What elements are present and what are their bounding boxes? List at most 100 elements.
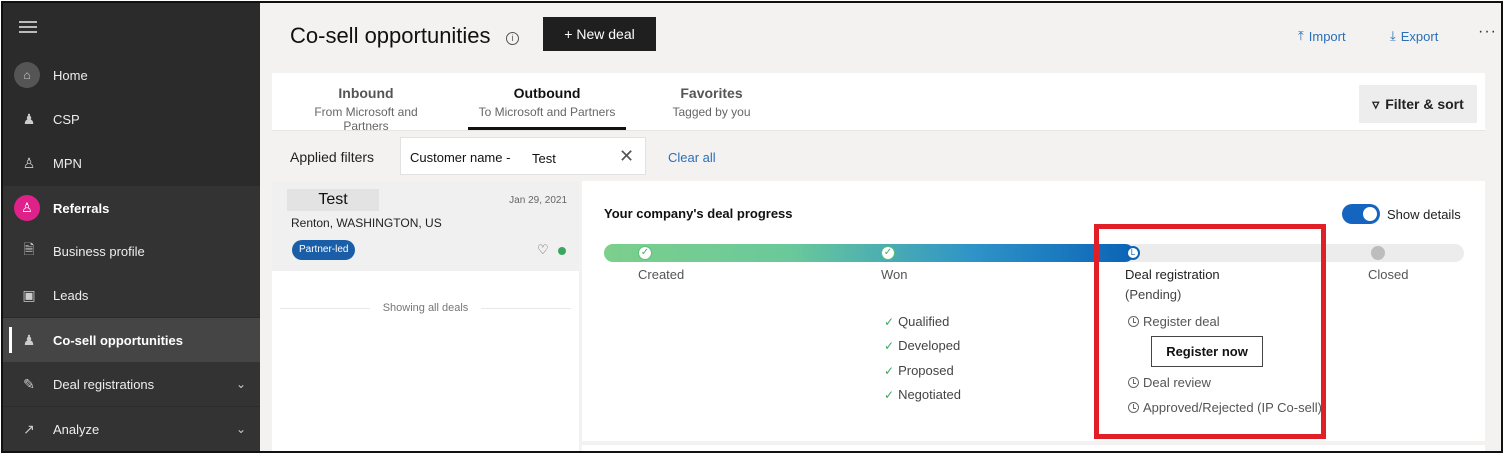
won-step-item: ✓ Developed bbox=[884, 338, 960, 353]
show-details-toggle[interactable] bbox=[1342, 204, 1380, 224]
tab-outbound[interactable]: Outbound To Microsoft and Partners bbox=[468, 85, 626, 130]
sidebar-item-leads[interactable]: ▣ Leads bbox=[3, 273, 260, 317]
status-dot bbox=[558, 247, 566, 255]
hamburger-menu-icon[interactable] bbox=[19, 21, 37, 33]
chevron-down-icon[interactable]: ⌄ bbox=[236, 422, 246, 436]
won-step-label: Proposed bbox=[898, 363, 954, 378]
filter-icon: ▿ bbox=[1372, 95, 1380, 112]
heart-icon[interactable]: ♡ bbox=[537, 242, 549, 258]
app-window: ⌂ Home ♟ CSP ♙ MPN ♙ Referrals 🗎 Busines… bbox=[1, 1, 1503, 453]
sidebar-item-home[interactable]: ⌂ Home bbox=[3, 53, 260, 97]
filter-chip-customer-name[interactable]: Customer name - Test ✕ bbox=[400, 137, 646, 175]
stage-closed-dot bbox=[1371, 246, 1385, 260]
export-button[interactable]: ⤓ Export bbox=[1390, 28, 1438, 44]
deal-card[interactable]: Test Jan 29, 2021 Renton, WASHINGTON, US… bbox=[272, 181, 579, 271]
won-step-item: ✓ Proposed bbox=[884, 363, 954, 378]
tab-sublabel: Tagged by you bbox=[672, 105, 751, 119]
tab-label: Outbound bbox=[513, 85, 581, 101]
sidebar-item-label: CSP bbox=[53, 111, 80, 127]
home-icon: ⌂ bbox=[14, 62, 40, 88]
sidebar-item-deal-registrations[interactable]: ✎ Deal registrations ⌄ bbox=[3, 362, 260, 406]
stage-label-won: Won bbox=[881, 267, 908, 282]
info-icon[interactable]: i bbox=[506, 32, 519, 45]
check-icon: ✓ bbox=[884, 315, 895, 329]
registration-step-label: Deal review bbox=[1143, 375, 1211, 390]
deal-list: Test Jan 29, 2021 Renton, WASHINGTON, US… bbox=[272, 181, 579, 451]
tab-strip: Inbound From Microsoft and Partners Outb… bbox=[272, 73, 1485, 133]
partner-led-badge: Partner-led bbox=[292, 240, 356, 260]
deal-date: Jan 29, 2021 bbox=[509, 195, 567, 206]
list-footer: Showing all deals bbox=[272, 302, 579, 314]
close-icon[interactable]: ✕ bbox=[619, 146, 634, 167]
tab-favorites[interactable]: Favorites Tagged by you bbox=[664, 85, 759, 119]
clock-icon bbox=[1128, 377, 1139, 388]
tab-inbound[interactable]: Inbound From Microsoft and Partners bbox=[290, 85, 442, 133]
sidebar-item-label: MPN bbox=[53, 155, 82, 171]
filter-sort-button[interactable]: ▿ Filter & sort bbox=[1359, 85, 1477, 123]
sidebar: ⌂ Home ♟ CSP ♙ MPN ♙ Referrals 🗎 Busines… bbox=[3, 3, 260, 451]
progress-track bbox=[604, 244, 1464, 262]
sidebar-item-referrals[interactable]: ♙ Referrals bbox=[3, 186, 260, 230]
sidebar-item-label: Leads bbox=[53, 287, 89, 303]
download-icon: ⤓ bbox=[1390, 28, 1396, 43]
page-header: Co-sell opportunities i + New deal ⤒ Imp… bbox=[260, 3, 1501, 67]
sidebar-item-csp[interactable]: ♟ CSP bbox=[3, 97, 260, 141]
check-icon: ✓ bbox=[884, 388, 895, 402]
registration-step-item: Register deal bbox=[1128, 314, 1220, 329]
tab-sublabel: From Microsoft and Partners bbox=[314, 105, 418, 133]
next-panel-edge bbox=[582, 445, 1485, 451]
co-sell-icon: ♟ bbox=[22, 331, 36, 348]
registration-step-label: Approved/Rejected (IP Co-sell) bbox=[1143, 400, 1322, 415]
sidebar-item-business-profile[interactable]: 🗎 Business profile bbox=[3, 229, 260, 273]
sidebar-item-label: Referrals bbox=[53, 200, 110, 216]
clock-icon bbox=[1128, 402, 1139, 413]
stage-won-check-icon: ✓ bbox=[881, 246, 895, 260]
won-step-label: Negotiated bbox=[898, 387, 961, 402]
sidebar-item-co-sell-opportunities[interactable]: ♟ Co-sell opportunities bbox=[3, 318, 260, 362]
document-icon: 🗎 bbox=[23, 241, 35, 257]
tab-label: Favorites bbox=[680, 85, 743, 101]
sidebar-item-analyze[interactable]: ↗ Analyze ⌄ bbox=[3, 407, 260, 451]
stage-label-closed: Closed bbox=[1368, 267, 1409, 282]
sidebar-item-label: Business profile bbox=[53, 243, 145, 259]
deal-progress-panel: Your company's deal progress Show detail… bbox=[582, 181, 1485, 441]
stage-sublabel-pending: (Pending) bbox=[1125, 287, 1182, 302]
upload-icon: ⤒ bbox=[1298, 28, 1304, 43]
tab-sublabel: To Microsoft and Partners bbox=[478, 105, 616, 119]
new-deal-button[interactable]: + New deal bbox=[543, 17, 656, 51]
registration-step-item: Approved/Rejected (IP Co-sell) bbox=[1128, 400, 1322, 415]
import-button[interactable]: ⤒ Import bbox=[1298, 28, 1346, 44]
show-details-label: Show details bbox=[1387, 207, 1461, 222]
more-options-button[interactable]: ··· bbox=[1478, 23, 1497, 41]
filter-chip-key: Customer name - bbox=[410, 150, 511, 165]
filter-sort-label: Filter & sort bbox=[1385, 96, 1464, 112]
won-step-label: Developed bbox=[898, 338, 961, 353]
briefcase-icon: ▣ bbox=[22, 286, 36, 303]
won-step-label: Qualified bbox=[898, 314, 950, 329]
people-icon: ♟ bbox=[22, 110, 36, 127]
sidebar-item-label: Home bbox=[53, 67, 88, 83]
filter-chip-value: Test bbox=[532, 151, 556, 166]
progress-title: Your company's deal progress bbox=[604, 206, 793, 221]
check-icon: ✓ bbox=[884, 339, 895, 353]
export-label: Export bbox=[1400, 28, 1439, 44]
clear-all-link[interactable]: Clear all bbox=[668, 150, 716, 165]
applied-filters-bar: Applied filters Customer name - Test ✕ C… bbox=[272, 133, 1485, 181]
applied-filters-label: Applied filters bbox=[290, 149, 375, 165]
stage-label-created: Created bbox=[638, 267, 685, 282]
chevron-down-icon[interactable]: ⌄ bbox=[236, 377, 246, 391]
stage-registration-clock-icon: L bbox=[1126, 246, 1140, 260]
tab-label: Inbound bbox=[338, 85, 394, 101]
page-title: Co-sell opportunities bbox=[290, 23, 491, 48]
sidebar-item-mpn[interactable]: ♙ MPN bbox=[3, 141, 260, 185]
registration-step-item: Deal review bbox=[1128, 375, 1211, 390]
register-now-button[interactable]: Register now bbox=[1151, 336, 1263, 367]
referrals-avatar-icon: ♙ bbox=[14, 195, 40, 221]
deal-name: Test bbox=[287, 189, 379, 211]
progress-track-fill bbox=[604, 244, 1134, 262]
registration-step-label: Register deal bbox=[1143, 314, 1220, 329]
won-step-item: ✓ Negotiated bbox=[884, 387, 961, 402]
stage-label-deal-registration: Deal registration bbox=[1125, 267, 1220, 282]
stage-created-check-icon: ✓ bbox=[638, 246, 652, 260]
sidebar-item-label: Deal registrations bbox=[53, 376, 155, 392]
